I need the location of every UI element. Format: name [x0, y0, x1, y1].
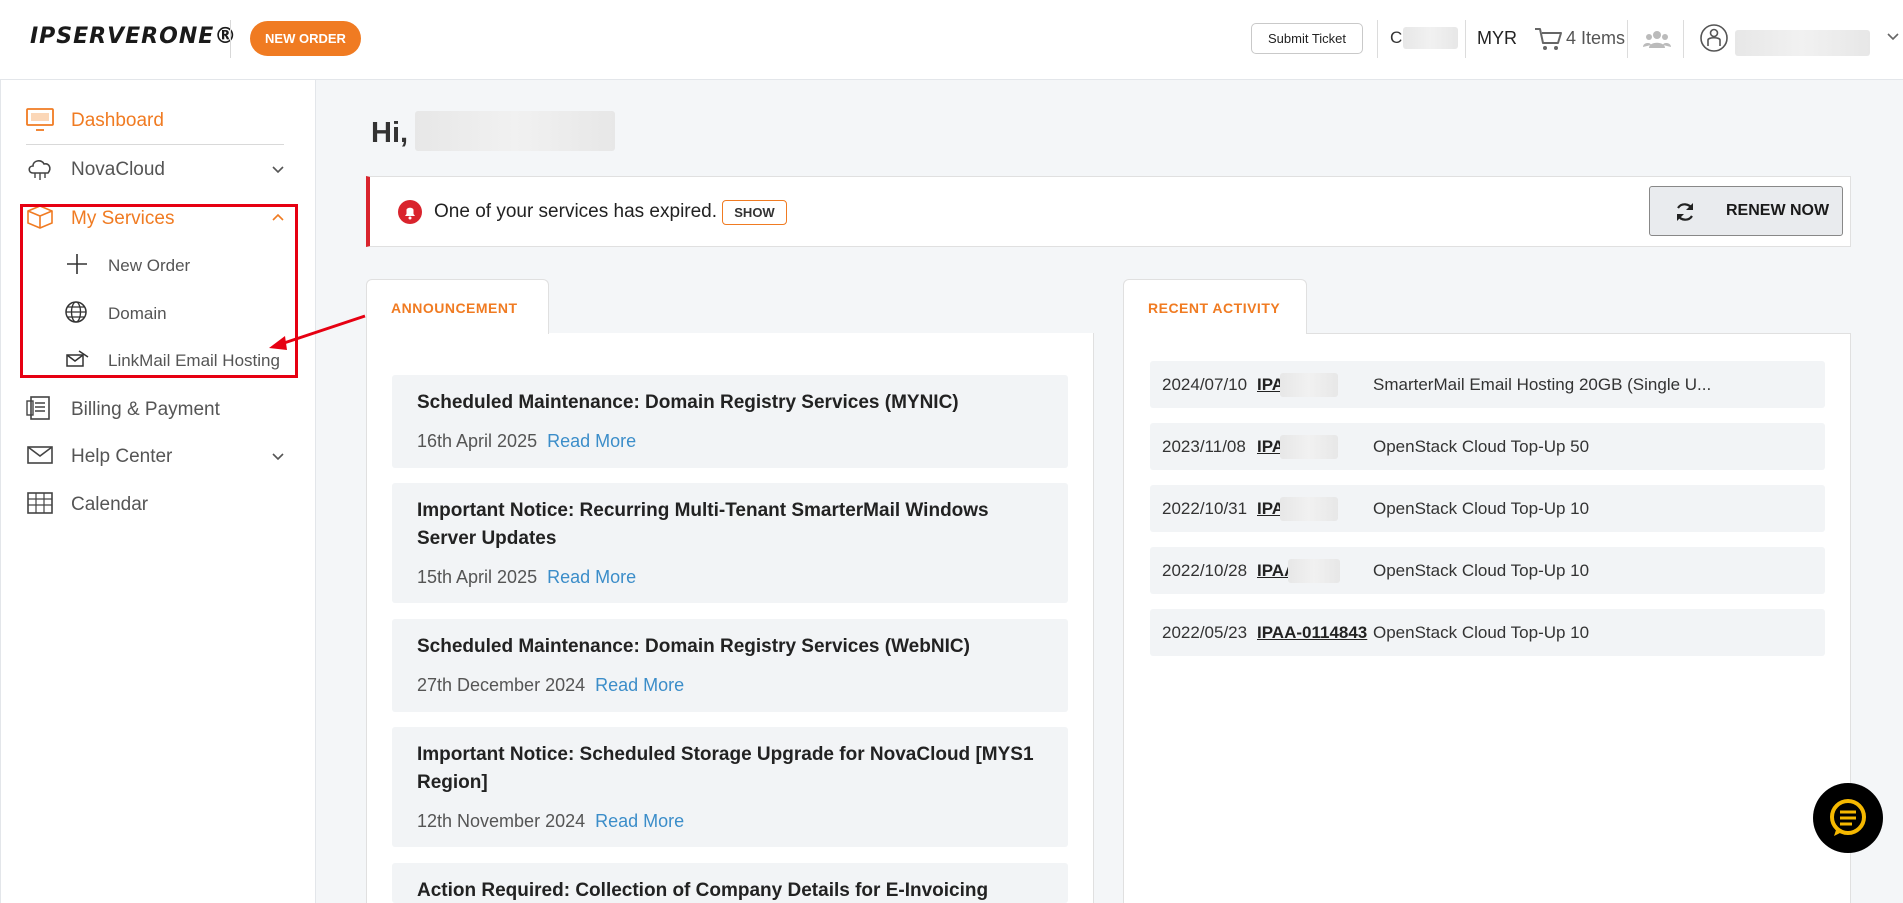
cart-count[interactable]: 4 Items: [1566, 28, 1625, 49]
chevron-down-icon: [272, 166, 284, 174]
announcement-date-line: 15th April 2025 Read More: [417, 567, 636, 588]
monitor-icon: [26, 108, 54, 131]
redacted-invoice-id: [1280, 497, 1338, 521]
announcement-card[interactable]: Scheduled Maintenance: Domain Registry S…: [392, 375, 1068, 468]
sidebar-item-label: NovaCloud: [71, 159, 165, 180]
announcement-title[interactable]: Scheduled Maintenance: Domain Registry S…: [417, 633, 1047, 661]
activity-row: 2024/07/10 IPAA-0 SmarterMail Email Host…: [1150, 361, 1825, 408]
redacted-user-name: [415, 111, 615, 151]
redacted-invoice-id: [1280, 435, 1338, 459]
activity-date: 2022/10/28: [1162, 561, 1248, 580]
header-divider: [1683, 20, 1684, 58]
activity-row: 2022/10/28 IPAA-01 OpenStack Cloud Top-U…: [1150, 547, 1825, 594]
activity-description: OpenStack Cloud Top-Up 10: [1373, 561, 1590, 580]
activity-description: OpenStack Cloud Top-Up 10: [1373, 623, 1590, 642]
users-icon[interactable]: [1643, 28, 1671, 50]
sidebar-item-label: Help Center: [71, 446, 173, 467]
announcement-title[interactable]: Important Notice: Scheduled Storage Upgr…: [417, 741, 1047, 797]
envelope-icon: [27, 446, 53, 464]
bell-alert-icon: [398, 200, 422, 224]
redacted-account-name: [1403, 27, 1458, 49]
tab-label: RECENT ACTIVITY: [1148, 300, 1281, 316]
account-name[interactable]: C: [1390, 28, 1402, 48]
redacted-user-name: [1735, 30, 1870, 56]
redacted-invoice-id: [1288, 559, 1340, 583]
tab-recent-activity[interactable]: RECENT ACTIVITY: [1123, 279, 1307, 334]
header-divider: [1377, 20, 1378, 58]
sidebar-item-help-center[interactable]: Help Center: [26, 436, 286, 476]
user-avatar-icon[interactable]: [1699, 23, 1729, 53]
announcement-title[interactable]: Important Notice: Recurring Multi-Tenant…: [417, 497, 1047, 553]
header-divider: [1465, 20, 1466, 58]
sidebar-item-novacloud[interactable]: NovaCloud: [26, 149, 286, 189]
cloud-icon: [28, 160, 51, 180]
header-divider: [1627, 20, 1628, 58]
currency-selector[interactable]: MYR: [1477, 28, 1517, 49]
activity-description: OpenStack Cloud Top-Up 50: [1373, 437, 1590, 456]
calendar-icon: [27, 492, 53, 514]
announcement-date: 16th April 2025: [417, 431, 538, 451]
announcement-card[interactable]: Important Notice: Scheduled Storage Upgr…: [392, 727, 1068, 847]
greeting-heading: Hi,: [371, 117, 409, 149]
activity-date: 2023/11/08: [1162, 437, 1246, 456]
sidebar-item-dashboard[interactable]: Dashboard: [26, 100, 286, 140]
submit-ticket-button[interactable]: Submit Ticket: [1251, 23, 1363, 54]
company-logo[interactable]: IPSERVERONE®: [30, 24, 237, 49]
sidebar-item-label: Calendar: [71, 494, 149, 515]
header-divider: [230, 20, 231, 58]
announcement-date-line: 27th December 2024 Read More: [417, 675, 684, 696]
chat-icon: [1830, 799, 1866, 836]
announcement-title[interactable]: Scheduled Maintenance: Domain Registry S…: [417, 389, 1047, 417]
announcement-card[interactable]: Scheduled Maintenance: Domain Registry S…: [392, 619, 1068, 712]
read-more-link[interactable]: Read More: [547, 567, 636, 587]
announcement-date-line: 12th November 2024 Read More: [417, 811, 684, 832]
refresh-icon: [1677, 203, 1693, 221]
announcement-card[interactable]: Important Notice: Recurring Multi-Tenant…: [392, 483, 1068, 603]
sidebar-item-billing[interactable]: Billing & Payment: [26, 389, 286, 429]
activity-description: SmarterMail Email Hosting 20GB (Single U…: [1373, 375, 1712, 394]
redacted-invoice-id: [1280, 373, 1338, 397]
chevron-down-icon[interactable]: [1886, 30, 1900, 44]
activity-row: 2023/11/08 IPAA-0 OpenStack Cloud Top-Up…: [1150, 423, 1825, 470]
sidebar-item-label: Billing & Payment: [71, 399, 220, 420]
read-more-link[interactable]: Read More: [547, 431, 636, 451]
announcement-card[interactable]: Action Required: Collection of Company D…: [392, 863, 1068, 903]
announcement-date: 27th December 2024: [417, 675, 586, 695]
announcement-title[interactable]: Action Required: Collection of Company D…: [417, 877, 1047, 903]
activity-description: OpenStack Cloud Top-Up 10: [1373, 499, 1590, 518]
tab-label: ANNOUNCEMENT: [391, 300, 518, 316]
activity-date: 2022/05/23: [1162, 623, 1248, 642]
read-more-link[interactable]: Read More: [595, 675, 684, 695]
activity-row: 2022/05/23 IPAA-0114843 OpenStack Cloud …: [1150, 609, 1825, 656]
renew-now-label: RENEW NOW: [1726, 202, 1830, 219]
sidebar-item-label: Dashboard: [71, 110, 164, 131]
read-more-link[interactable]: Read More: [595, 811, 684, 831]
announcement-date-line: 16th April 2025 Read More: [417, 431, 636, 452]
alert-message: One of your services has expired.: [434, 201, 718, 222]
tab-announcement[interactable]: ANNOUNCEMENT: [366, 279, 549, 334]
announcement-date: 15th April 2025: [417, 567, 538, 587]
expired-service-alert: One of your services has expired. SHOW R…: [366, 176, 1851, 247]
announcement-date: 12th November 2024: [417, 811, 586, 831]
highlight-box: [20, 204, 298, 378]
cart-icon[interactable]: [1534, 26, 1564, 52]
chevron-down-icon: [272, 453, 284, 461]
activity-date: 2022/10/31: [1162, 499, 1248, 518]
renew-now-button[interactable]: RENEW NOW: [1649, 186, 1843, 236]
invoice-icon: [26, 396, 50, 420]
annotation-arrow: [269, 314, 366, 350]
sidebar-item-calendar[interactable]: Calendar: [26, 484, 286, 524]
invoice-link[interactable]: IPAA-0114843: [1257, 623, 1367, 643]
new-order-button[interactable]: NEW ORDER: [250, 21, 361, 56]
live-chat-button[interactable]: [1813, 783, 1883, 853]
activity-row: 2022/10/31 IPAA-0 OpenStack Cloud Top-Up…: [1150, 485, 1825, 532]
sidebar-divider: [26, 144, 284, 145]
top-header: IPSERVERONE® NEW ORDER Submit Ticket C M…: [0, 0, 1903, 80]
show-button[interactable]: SHOW: [722, 200, 787, 225]
activity-date: 2024/07/10: [1162, 375, 1248, 394]
